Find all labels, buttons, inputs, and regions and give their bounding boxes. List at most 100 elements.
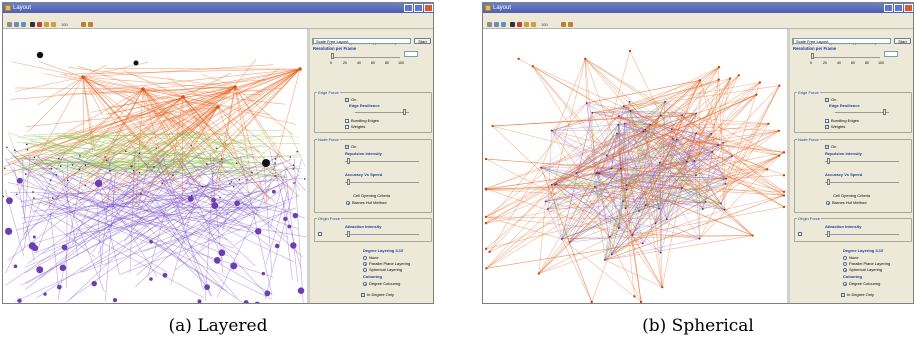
accuracy-thumb[interactable] — [347, 179, 350, 185]
graph-node[interactable] — [201, 185, 204, 188]
graph-node[interactable] — [628, 49, 632, 53]
graph-node[interactable] — [642, 130, 645, 133]
graph-node[interactable] — [108, 169, 111, 172]
graph-node[interactable] — [211, 202, 219, 210]
graph-node[interactable] — [717, 144, 720, 147]
graph-node[interactable] — [544, 200, 547, 203]
layering-spherical-radio[interactable] — [363, 268, 367, 272]
graph-node[interactable] — [283, 216, 288, 222]
graph-node[interactable] — [106, 159, 108, 162]
graph-node[interactable] — [698, 237, 701, 240]
layout-select[interactable]: Scale Free Layout — [313, 38, 411, 44]
graph-node[interactable] — [274, 158, 277, 160]
origin-force-checkbox[interactable] — [798, 232, 802, 236]
graph-node[interactable] — [235, 162, 238, 164]
graph-node[interactable] — [603, 259, 606, 261]
graph-node[interactable] — [290, 242, 297, 249]
graph-node[interactable] — [58, 157, 60, 160]
graph-node[interactable] — [216, 105, 220, 109]
rotate-icon[interactable] — [517, 22, 522, 27]
graph-node[interactable] — [59, 165, 62, 167]
graph-node[interactable] — [698, 79, 702, 82]
graph-node[interactable] — [658, 161, 661, 164]
resolution-value-box[interactable] — [884, 51, 898, 57]
graph-node[interactable] — [228, 182, 231, 185]
graph-node[interactable] — [230, 262, 238, 270]
graph-node[interactable] — [610, 167, 613, 170]
graph-node[interactable] — [681, 114, 684, 117]
node-force-on-checkbox[interactable] — [345, 145, 349, 149]
eraser-icon[interactable] — [531, 22, 536, 27]
graph-node[interactable] — [778, 154, 781, 157]
graph-node[interactable] — [550, 183, 553, 186]
graph-node[interactable] — [665, 218, 668, 220]
graph-node[interactable] — [685, 160, 688, 163]
graph-node[interactable] — [644, 204, 647, 207]
attraction-thumb[interactable] — [347, 231, 350, 237]
weights-checkbox[interactable] — [345, 125, 349, 129]
graph-node[interactable] — [25, 143, 28, 146]
graph-node[interactable] — [537, 272, 541, 275]
graph-node[interactable] — [711, 150, 714, 153]
graph-node[interactable] — [197, 299, 202, 303]
graph-node[interactable] — [16, 193, 18, 195]
graph-node[interactable] — [218, 249, 226, 257]
layering-parallel-radio[interactable] — [363, 262, 367, 266]
graph-node[interactable] — [720, 202, 722, 205]
graph-node[interactable] — [17, 298, 22, 303]
edge-force-on-checkbox[interactable] — [825, 98, 829, 102]
start-button[interactable]: Start — [894, 38, 911, 44]
layering-parallel-radio[interactable] — [843, 262, 847, 266]
brush-icon[interactable] — [88, 22, 93, 27]
node-force-on-checkbox[interactable] — [825, 145, 829, 149]
graph-node[interactable] — [661, 285, 664, 289]
graph-node[interactable] — [6, 146, 8, 149]
graph-node[interactable] — [575, 172, 578, 174]
graph-node[interactable] — [658, 207, 660, 210]
graph-node[interactable] — [488, 250, 491, 254]
graph-node[interactable] — [206, 163, 208, 165]
graph-node[interactable] — [213, 257, 221, 264]
graph-node[interactable] — [234, 200, 240, 207]
eraser-icon[interactable] — [51, 22, 56, 27]
graph-node[interactable] — [59, 264, 67, 272]
graph-node[interactable] — [605, 154, 608, 157]
graph-node[interactable] — [26, 148, 29, 151]
resolution-slider-thumb[interactable] — [331, 53, 334, 59]
graph-node[interactable] — [664, 100, 666, 103]
graph-node[interactable] — [79, 155, 81, 157]
minimize-button[interactable] — [884, 4, 893, 12]
edge-resilience-thumb[interactable] — [883, 109, 886, 115]
graph-node[interactable] — [155, 147, 157, 149]
graph-node[interactable] — [292, 212, 299, 219]
degree-colouring-radio[interactable] — [363, 282, 367, 286]
gear-icon[interactable] — [81, 22, 86, 27]
graph-node[interactable] — [52, 197, 54, 199]
graph-node[interactable] — [261, 271, 265, 276]
graph-node[interactable] — [292, 164, 295, 166]
graph-node[interactable] — [251, 171, 253, 174]
graph-node[interactable] — [584, 57, 587, 60]
graph-node[interactable] — [84, 184, 87, 187]
edge-force-on-checkbox[interactable] — [345, 98, 349, 102]
graph-node[interactable] — [56, 284, 62, 290]
graph-node[interactable] — [758, 81, 762, 84]
graph-node[interactable] — [485, 267, 488, 270]
weights-checkbox[interactable] — [825, 125, 829, 129]
graph-node[interactable] — [219, 196, 221, 199]
graph-node[interactable] — [671, 137, 674, 140]
barnes-hut-radio[interactable] — [346, 201, 350, 205]
graph-node[interactable] — [33, 197, 35, 199]
graph-node[interactable] — [31, 244, 39, 252]
graph-node[interactable] — [659, 114, 662, 117]
graph-node[interactable] — [560, 238, 563, 240]
graph-node[interactable] — [728, 77, 732, 80]
degree-colouring-radio[interactable] — [843, 282, 847, 286]
brush-icon[interactable] — [568, 22, 573, 27]
graph-node[interactable] — [16, 177, 23, 184]
graph-node[interactable] — [680, 187, 683, 189]
graph-node[interactable] — [43, 292, 47, 296]
graph-node[interactable] — [644, 128, 647, 131]
pencil-icon[interactable] — [524, 22, 529, 27]
graph-node[interactable] — [161, 182, 163, 185]
